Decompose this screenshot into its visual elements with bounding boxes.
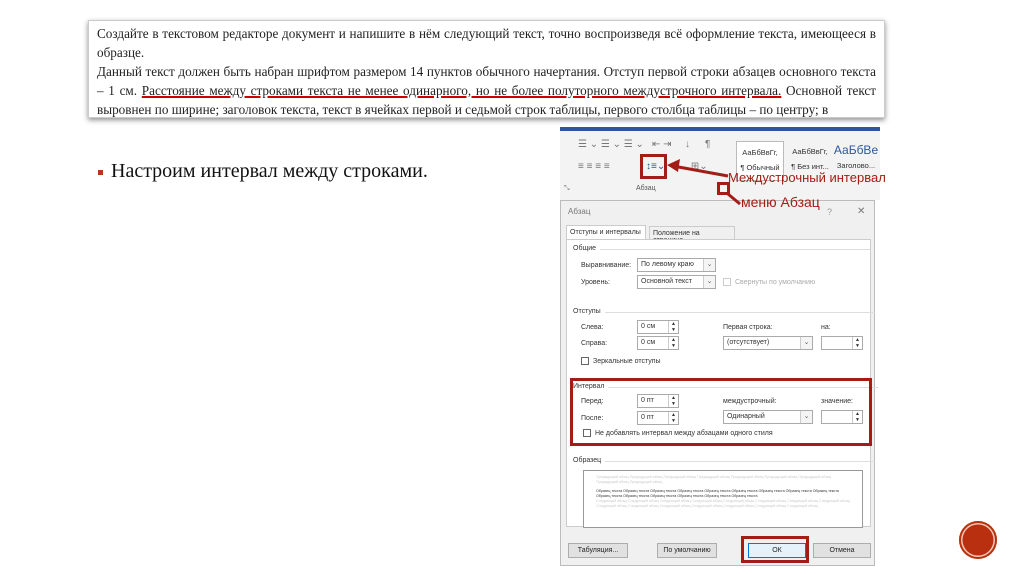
annotation-paragraph-menu: меню Абзац — [741, 194, 820, 210]
annotation-line-spacing: Междустрочный интервал — [728, 170, 886, 185]
next-slide-button[interactable] — [959, 521, 997, 559]
arrow-paragraph-menu — [727, 192, 741, 206]
annotation-arrows — [667, 159, 741, 206]
arrow-head — [667, 159, 680, 172]
arrow-line-spacing — [672, 164, 729, 178]
